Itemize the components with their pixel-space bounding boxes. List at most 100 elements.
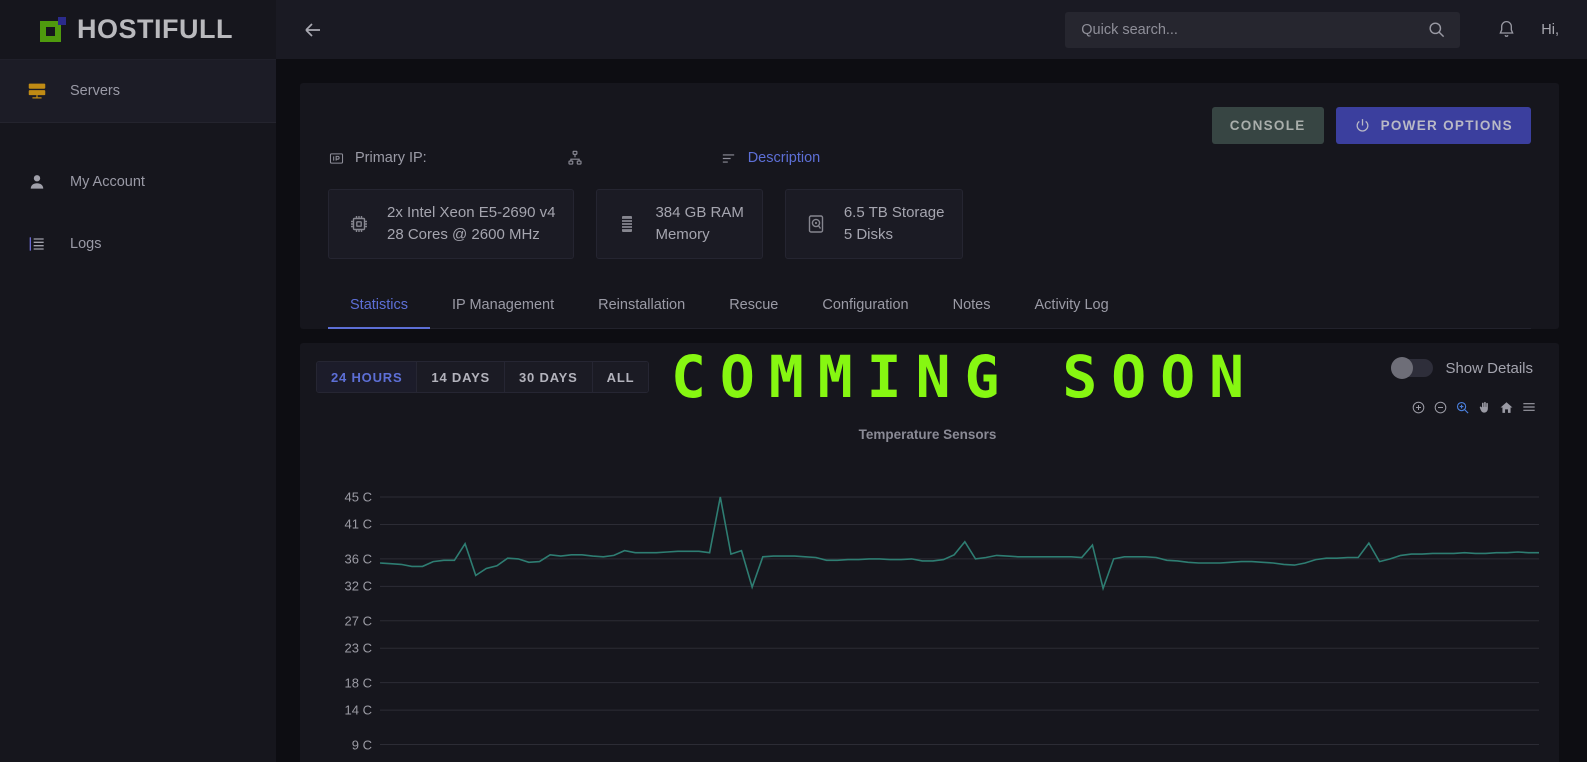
tab-notes-label: Notes — [952, 297, 991, 313]
sidebar-item-label-my-account: My Account — [70, 174, 145, 190]
spec-cpu-text: 2x Intel Xeon E5-2690 v4 28 Cores @ 2600… — [387, 202, 555, 246]
tab-configuration-label: Configuration — [822, 297, 909, 313]
arrow-left-icon[interactable] — [298, 15, 328, 45]
text-lines-icon — [720, 150, 737, 167]
description-link[interactable]: Description — [748, 150, 821, 166]
ram-icon — [615, 212, 639, 236]
hostifull-logo-icon — [40, 16, 66, 43]
show-details-toggle[interactable] — [1391, 357, 1434, 379]
ip-badge-icon — [328, 150, 345, 167]
y-axis-tick-label: 45 C — [344, 489, 372, 505]
person-icon — [24, 169, 50, 195]
server-summary-card: CONSOLE POWER OPTIONS Primary IP: Descri… — [300, 83, 1559, 329]
sidebar-item-logs[interactable]: Logs — [0, 213, 276, 275]
spec-cpu-line2: 28 Cores @ 2600 MHz — [387, 226, 540, 243]
range-button-30-days[interactable]: 30 DAYS — [505, 362, 593, 392]
y-axis-tick-label: 23 C — [344, 640, 372, 656]
statistics-chart-card: 24 HOURS 14 DAYS 30 DAYS ALL Show Detail… — [300, 343, 1559, 762]
disk-icon — [804, 212, 828, 236]
tab-reinstallation-label: Reinstallation — [598, 297, 686, 313]
chart-toolbar — [1411, 399, 1537, 415]
pan-hand-icon[interactable] — [1477, 400, 1492, 415]
y-axis-labels: 45 C41 C36 C32 C27 C23 C18 C14 C9 C5 C — [316, 452, 372, 762]
sidebar-item-my-account[interactable]: My Account — [0, 151, 276, 213]
spec-boxes: 2x Intel Xeon E5-2690 v4 28 Cores @ 2600… — [328, 189, 1531, 259]
server-actions: CONSOLE POWER OPTIONS — [1211, 107, 1531, 144]
spec-box-ram: 384 GB RAM Memory — [596, 189, 763, 259]
console-button[interactable]: CONSOLE — [1211, 107, 1324, 144]
range-14-days-label: 14 DAYS — [431, 369, 491, 385]
chart-title: Temperature Sensors — [858, 427, 997, 442]
range-button-24-hours[interactable]: 24 HOURS — [317, 362, 418, 392]
range-30-days-label: 30 DAYS — [519, 369, 578, 385]
y-axis-tick-label: 18 C — [344, 675, 372, 691]
console-button-label: CONSOLE — [1229, 118, 1306, 133]
range-button-14-days[interactable]: 14 DAYS — [417, 362, 506, 392]
topbar: Hi, — [276, 0, 1587, 59]
zoom-in-icon[interactable] — [1411, 400, 1426, 415]
sidebar-nav-primary: Servers My Account Logs — [0, 59, 276, 275]
description-link-wrap[interactable]: Description — [720, 150, 821, 167]
spec-box-storage: 6.5 TB Storage 5 Disks — [784, 189, 964, 259]
power-options-button[interactable]: POWER OPTIONS — [1335, 107, 1531, 144]
menu-icon[interactable] — [1521, 399, 1537, 415]
y-axis-tick-label: 27 C — [344, 613, 372, 629]
zoom-out-icon[interactable] — [1433, 400, 1448, 415]
primary-ip-row: Primary IP: Description — [328, 139, 1531, 177]
show-details-control[interactable]: Show Details — [1391, 357, 1533, 379]
range-all-label: ALL — [606, 369, 635, 385]
greeting-text: Hi, — [1541, 21, 1559, 38]
server-tabs: Statistics IP Management Reinstallation … — [328, 281, 1531, 329]
tab-statistics-label: Statistics — [350, 297, 409, 313]
home-reset-icon[interactable] — [1499, 400, 1514, 415]
tab-notes[interactable]: Notes — [931, 297, 1013, 328]
tab-reinstallation[interactable]: Reinstallation — [576, 297, 707, 328]
y-axis-tick-label: 36 C — [344, 551, 372, 567]
y-axis-tick-label: 9 C — [351, 737, 372, 752]
sitemap-icon[interactable] — [566, 149, 584, 167]
tab-ip-management-label: IP Management — [452, 297, 555, 313]
spec-storage-line2: 5 Disks — [843, 226, 894, 243]
spec-box-cpu: 2x Intel Xeon E5-2690 v4 28 Cores @ 2600… — [328, 189, 575, 259]
spec-ram-line1: 384 GB RAM — [655, 204, 744, 221]
primary-ip-label: Primary IP: — [355, 150, 427, 166]
search-box[interactable] — [1065, 11, 1461, 48]
y-axis-tick-label: 32 C — [344, 578, 372, 594]
range-24-hours-label: 24 HOURS — [331, 369, 403, 385]
show-details-label: Show Details — [1445, 359, 1533, 377]
gridlines — [380, 496, 1539, 745]
plot-area[interactable] — [380, 452, 1539, 762]
spec-storage-text: 6.5 TB Storage 5 Disks — [844, 202, 945, 246]
tab-rescue[interactable]: Rescue — [707, 297, 800, 328]
spec-ram-text: 384 GB RAM Memory — [655, 202, 743, 246]
spec-ram-line2: Memory — [655, 226, 710, 243]
cpu-icon — [347, 212, 371, 236]
selection-zoom-icon[interactable] — [1455, 400, 1470, 415]
search-icon[interactable] — [1427, 20, 1446, 39]
y-axis-tick-label: 41 C — [344, 516, 372, 532]
time-range-group: 24 HOURS 14 DAYS 30 DAYS ALL — [316, 361, 650, 393]
sidebar: HOSTIFULL Servers My Account Logs — [0, 0, 276, 762]
spec-storage-line1: 6.5 TB Storage — [843, 204, 945, 221]
chart-svg — [380, 496, 1539, 745]
tab-statistics[interactable]: Statistics — [328, 297, 431, 329]
main-region: Hi, CONSOLE POWER OPTIONS — [276, 0, 1587, 762]
list-lines-icon — [24, 231, 50, 257]
tab-activity-log[interactable]: Activity Log — [1013, 297, 1131, 328]
tab-rescue-label: Rescue — [729, 297, 779, 313]
sidebar-item-servers[interactable]: Servers — [0, 60, 276, 122]
range-button-all[interactable]: ALL — [592, 362, 649, 392]
tab-configuration[interactable]: Configuration — [800, 297, 930, 328]
tab-ip-management[interactable]: IP Management — [430, 297, 576, 328]
bell-icon[interactable] — [1496, 19, 1517, 40]
search-input[interactable] — [1081, 21, 1428, 38]
temperature-plot: 45 C41 C36 C32 C27 C23 C18 C14 C9 C5 C — [316, 452, 1539, 762]
tab-activity-log-label: Activity Log — [1034, 297, 1109, 313]
brand-logo-wrap[interactable]: HOSTIFULL — [0, 0, 276, 59]
spec-cpu-line1: 2x Intel Xeon E5-2690 v4 — [387, 204, 556, 221]
power-icon — [1354, 117, 1371, 134]
server-rack-icon — [24, 78, 50, 104]
temperature-series-line — [380, 497, 1539, 588]
y-axis-tick-label: 14 C — [344, 702, 372, 718]
